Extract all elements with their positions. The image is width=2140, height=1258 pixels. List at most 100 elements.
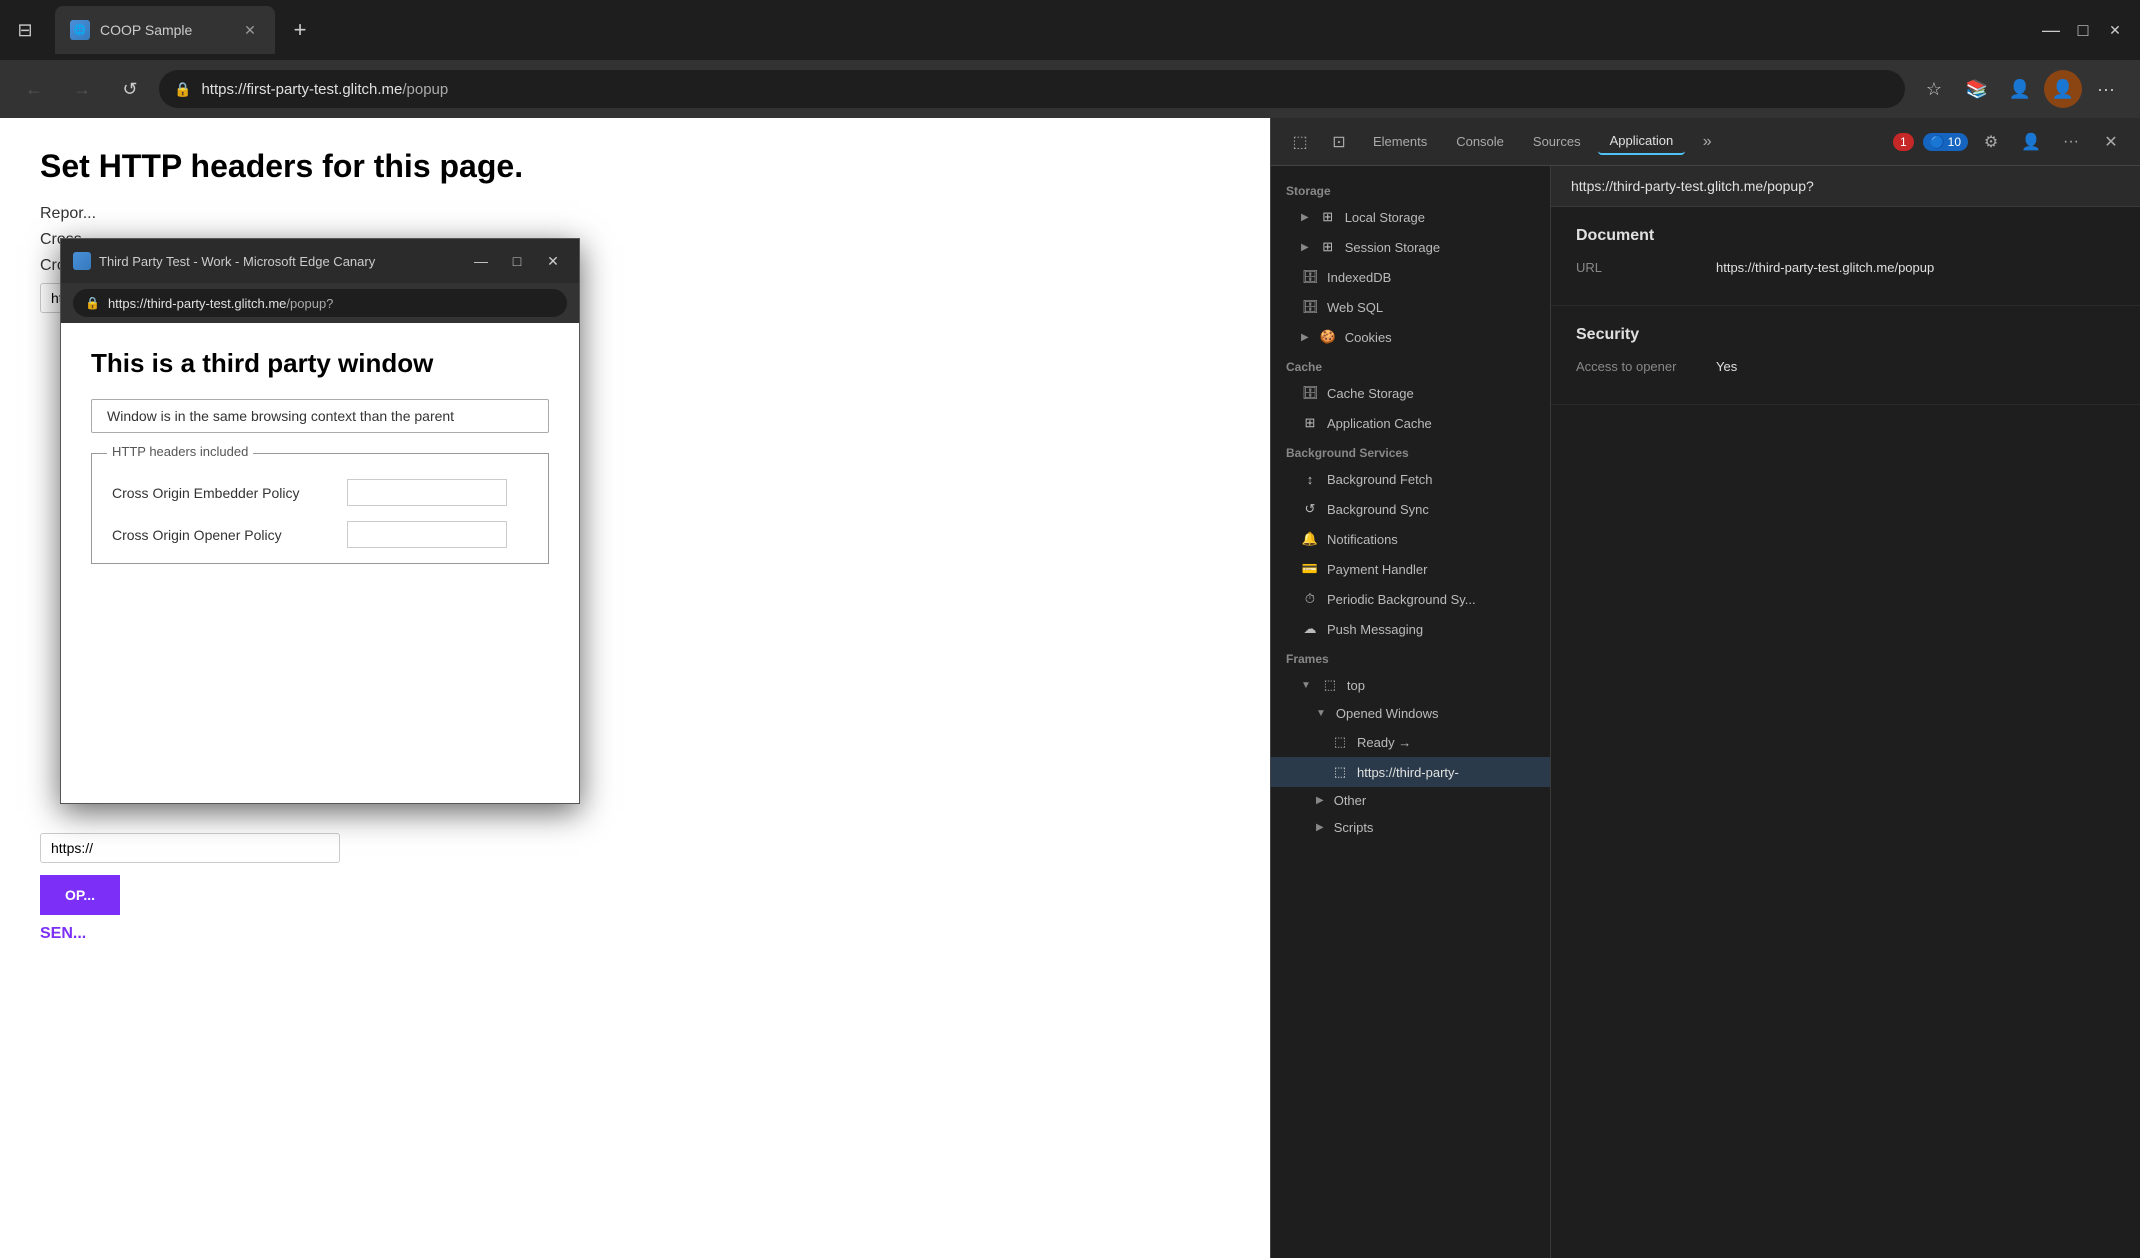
- tab-elements[interactable]: Elements: [1361, 129, 1439, 154]
- tab-bar: ⊟ 🌐 COOP Sample ✕ + — □ ✕: [0, 0, 2140, 60]
- page-url-input-2[interactable]: [40, 833, 340, 863]
- cookies-icon: 🍪: [1319, 328, 1337, 346]
- frames-top-label: top: [1347, 678, 1365, 693]
- close-button[interactable]: ✕: [2100, 15, 2130, 45]
- other-arrow: ▶: [1316, 795, 1324, 806]
- notifications-icon: 🔔: [1301, 530, 1319, 548]
- popup-opener-label: Cross Origin Opener Policy: [112, 527, 332, 543]
- sidebar-item-cookies[interactable]: ▶ 🍪 Cookies: [1271, 322, 1550, 352]
- sidebar-item-third-party[interactable]: ⬚ https://third-party-: [1271, 757, 1550, 787]
- devtools-close-button[interactable]: ✕: [2094, 125, 2128, 159]
- push-messaging-label: Push Messaging: [1327, 622, 1423, 637]
- popup-maximize-button[interactable]: □: [503, 247, 531, 275]
- sidebar-item-local-storage[interactable]: ▶ ⊞ Local Storage: [1271, 202, 1550, 232]
- open-button[interactable]: OP...: [40, 875, 120, 915]
- access-to-opener-label: Access to opener: [1576, 359, 1696, 374]
- sidebar-item-scripts[interactable]: ▶ Scripts: [1271, 814, 1550, 841]
- scripts-arrow: ▶: [1316, 822, 1324, 833]
- tab-sources[interactable]: Sources: [1521, 129, 1593, 154]
- cache-storage-icon: 🗄: [1301, 384, 1319, 402]
- third-party-icon: ⬚: [1331, 763, 1349, 781]
- sidebar-item-background-fetch[interactable]: ↕ Background Fetch: [1271, 464, 1550, 494]
- browser-tab-active[interactable]: 🌐 COOP Sample ✕: [55, 6, 275, 54]
- sidebar-item-indexeddb[interactable]: 🗄 IndexedDB: [1271, 262, 1550, 292]
- menu-button[interactable]: ···: [2087, 70, 2125, 108]
- tab-application[interactable]: Application: [1598, 128, 1686, 155]
- reload-button[interactable]: ↺: [111, 70, 149, 108]
- popup-opener-input[interactable]: [347, 521, 507, 548]
- tab-favicon: 🌐: [70, 20, 90, 40]
- collections-button[interactable]: 📚: [1958, 70, 1996, 108]
- forward-button[interactable]: →: [63, 70, 101, 108]
- device-tool-button[interactable]: ⊡: [1322, 125, 1356, 159]
- new-tab-button[interactable]: +: [280, 10, 320, 50]
- popup-embedder-label: Cross Origin Embedder Policy: [112, 485, 332, 501]
- sidebar-item-frames-top[interactable]: ▼ ⬚ top: [1271, 670, 1550, 700]
- application-cache-icon: ⊞: [1301, 414, 1319, 432]
- popup-close-button[interactable]: ✕: [539, 247, 567, 275]
- sidebar-item-session-storage[interactable]: ▶ ⊞ Session Storage: [1271, 232, 1550, 262]
- sidebar-toggle-button[interactable]: ⊟: [10, 15, 40, 45]
- popup-title-text: Third Party Test - Work - Microsoft Edge…: [99, 254, 459, 269]
- popup-legend: HTTP headers included: [107, 444, 253, 459]
- document-title: Document: [1576, 227, 2115, 245]
- sidebar-item-payment-handler[interactable]: 💳 Payment Handler: [1271, 554, 1550, 584]
- tab-close-button[interactable]: ✕: [240, 20, 260, 40]
- sidebar-item-opened-windows[interactable]: ▼ Opened Windows: [1271, 700, 1550, 727]
- popup-field-row-1: Cross Origin Embedder Policy: [112, 479, 528, 506]
- popup-info-box: Window is in the same browsing context t…: [91, 399, 549, 433]
- main-area: Set HTTP headers for this page. Repor...…: [0, 118, 2140, 1258]
- application-cache-label: Application Cache: [1327, 416, 1432, 431]
- devtools-url-bar: https://third-party-test.glitch.me/popup…: [1551, 166, 2140, 207]
- security-title: Security: [1576, 326, 2115, 344]
- maximize-button[interactable]: □: [2068, 15, 2098, 45]
- security-section: Security Access to opener Yes: [1551, 306, 2140, 405]
- popup-favicon: [73, 252, 91, 270]
- inspector-tool-button[interactable]: ⬚: [1283, 125, 1317, 159]
- devtools-panel: ⬚ ⊡ Elements Console Sources Application…: [1270, 118, 2140, 1258]
- sidebar-item-push-messaging[interactable]: ☁ Push Messaging: [1271, 614, 1550, 644]
- sidebar-item-other[interactable]: ▶ Other: [1271, 787, 1550, 814]
- access-to-opener-value: Yes: [1716, 359, 1737, 374]
- minimize-button[interactable]: —: [2036, 15, 2066, 45]
- favorites-button[interactable]: ☆: [1915, 70, 1953, 108]
- lock-icon: 🔒: [174, 81, 191, 98]
- more-tabs-button[interactable]: »: [1690, 125, 1724, 159]
- page-line-1: Repor...: [40, 205, 1230, 223]
- send-link[interactable]: SEN...: [40, 925, 1230, 943]
- access-to-opener-row: Access to opener Yes: [1576, 359, 2115, 374]
- frames-top-arrow: ▼: [1301, 680, 1311, 691]
- page-input-row-2: [40, 833, 1230, 863]
- popup-address-bar[interactable]: 🔒 https://third-party-test.glitch.me/pop…: [73, 289, 567, 317]
- sidebar-item-cache-storage[interactable]: 🗄 Cache Storage: [1271, 378, 1550, 408]
- popup-embedder-input[interactable]: [347, 479, 507, 506]
- sidebar-item-periodic-bg-sync[interactable]: ⏱ Periodic Background Sy...: [1271, 584, 1550, 614]
- sidebar-item-application-cache[interactable]: ⊞ Application Cache: [1271, 408, 1550, 438]
- notifications-label: Notifications: [1327, 532, 1398, 547]
- back-button[interactable]: ←: [15, 70, 53, 108]
- devtools-person-button[interactable]: 👤: [2014, 125, 2048, 159]
- payment-handler-icon: 💳: [1301, 560, 1319, 578]
- periodic-bg-sync-icon: ⏱: [1301, 590, 1319, 608]
- push-messaging-icon: ☁: [1301, 620, 1319, 638]
- sidebar-item-websql[interactable]: 🗄 Web SQL: [1271, 292, 1550, 322]
- sidebar-item-background-sync[interactable]: ↺ Background Sync: [1271, 494, 1550, 524]
- profile-button[interactable]: 👤: [2001, 70, 2039, 108]
- scripts-label: Scripts: [1334, 820, 1374, 835]
- popup-minimize-button[interactable]: —: [467, 247, 495, 275]
- settings-button[interactable]: ⚙: [1974, 125, 2008, 159]
- page-actions: OP... SEN...: [40, 875, 1230, 943]
- page-below-popup: OP... SEN...: [40, 833, 1230, 943]
- sidebar-item-notifications[interactable]: 🔔 Notifications: [1271, 524, 1550, 554]
- background-fetch-label: Background Fetch: [1327, 472, 1433, 487]
- tab-console[interactable]: Console: [1444, 129, 1516, 154]
- opened-windows-arrow: ▼: [1316, 708, 1326, 719]
- address-bar[interactable]: 🔒 https://first-party-test.glitch.me/pop…: [159, 70, 1905, 108]
- devtools-right-actions: 1 🔵 10 ⚙ 👤 ··· ✕: [1890, 125, 2128, 159]
- cache-storage-label: Cache Storage: [1327, 386, 1414, 401]
- error-badge: 1: [1893, 133, 1914, 151]
- devtools-menu-button[interactable]: ···: [2054, 125, 2088, 159]
- sidebar-item-ready[interactable]: ⬚ Ready →: [1271, 727, 1550, 757]
- frames-top-icon: ⬚: [1321, 676, 1339, 694]
- user-avatar[interactable]: 👤: [2044, 70, 2082, 108]
